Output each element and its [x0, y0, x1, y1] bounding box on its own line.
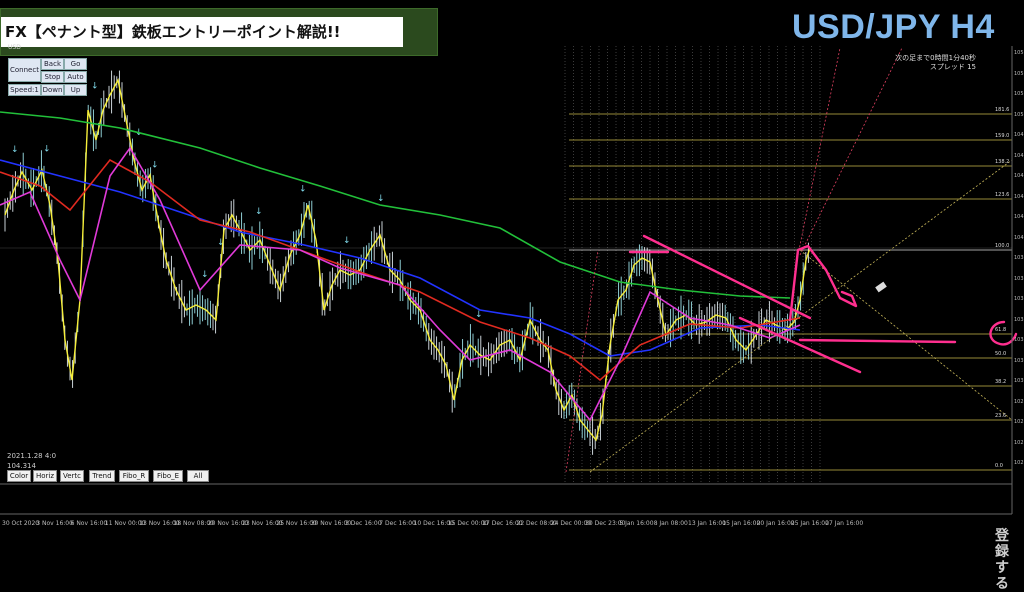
fib-level-label: 0.0	[995, 463, 1003, 469]
price-readout: 104.314	[7, 462, 36, 470]
svg-text:↓: ↓	[343, 236, 351, 246]
y-axis-tick: 105.	[1014, 111, 1024, 118]
x-axis-tick: 30 Oct 2020	[2, 520, 40, 527]
fib-level-label: 23.6	[995, 413, 1007, 419]
y-axis-tick: 104.	[1014, 234, 1024, 241]
x-axis-tick: 20 Jan 16:00	[756, 520, 795, 527]
fib-level-label: 138.2	[995, 159, 1010, 165]
x-axis-tick: 3 Nov 16:00	[36, 520, 73, 527]
color-tool-button[interactable]: Color	[7, 470, 31, 482]
title-banner: FX【ペナント型】鉄板エントリーポイント解説!!	[0, 8, 438, 56]
fib-level-label: 100.0	[995, 243, 1010, 249]
up-button[interactable]: Up	[64, 84, 87, 96]
fib-level-label: 123.6	[995, 192, 1010, 198]
fib-level-label: 61.8	[995, 327, 1007, 333]
svg-text:↓: ↓	[255, 207, 263, 217]
x-axis-tick: 27 Jan 16:00	[825, 520, 864, 527]
auto-button[interactable]: Auto	[64, 71, 87, 83]
subscribe-label[interactable]: 登録する	[990, 528, 1014, 592]
horiz-tool-button[interactable]: Horiz	[33, 470, 57, 482]
y-axis-tick: 104.	[1014, 173, 1024, 179]
go-button[interactable]: Go	[64, 58, 87, 70]
y-axis-tick: 104.	[1014, 193, 1024, 200]
connect-button[interactable]: Connect	[8, 58, 41, 82]
svg-text:↓: ↓	[43, 145, 51, 155]
pair-timeframe-label: USD/JPY H4	[792, 8, 995, 46]
symbol-label: USD	[8, 44, 21, 51]
fib-level-label: 50.0	[995, 351, 1007, 357]
x-axis-tick: 13 Jan 16:00	[688, 520, 726, 527]
y-axis-tick: 105.	[1014, 50, 1024, 56]
stop-button[interactable]: Stop	[41, 71, 64, 83]
x-axis-tick: 15 Jan 16:00	[722, 520, 761, 527]
svg-text:↓: ↓	[91, 82, 99, 92]
y-axis-tick: 102.	[1014, 419, 1024, 425]
speed-button[interactable]: Speed:1	[8, 84, 41, 96]
y-axis-tick: 103.	[1014, 296, 1024, 302]
y-axis-tick: 103.	[1014, 337, 1024, 343]
svg-text:↓: ↓	[151, 161, 159, 171]
y-axis-tick: 103.	[1014, 255, 1024, 261]
y-axis-tick: 103.	[1014, 275, 1024, 282]
x-axis-tick: 25 Jan 16:00	[790, 520, 829, 527]
y-axis-tick: 104.	[1014, 132, 1024, 138]
y-axis-tick: 105.	[1014, 91, 1024, 97]
x-axis-tick: 7 Dec 16:00	[379, 520, 416, 527]
svg-text:↓: ↓	[201, 270, 209, 280]
all-tool-button[interactable]: All	[187, 470, 209, 482]
next-bar-timer: 次の足まで0時間1分40秒	[895, 54, 976, 62]
y-axis-tick: 103.	[1014, 357, 1024, 364]
y-axis-tick: 102.	[1014, 398, 1024, 405]
y-axis-tick: 105.	[1014, 70, 1024, 77]
x-axis-tick: 5 Jan 16:00	[619, 520, 654, 527]
y-axis-tick: 103.	[1014, 316, 1024, 323]
y-axis-tick: 103.	[1014, 378, 1024, 384]
fib-level-label: 38.2	[995, 379, 1007, 385]
spread-readout: スプレッド 15	[929, 63, 976, 71]
svg-text:↓: ↓	[299, 185, 307, 195]
x-axis-tick: 3 Dec 16:00	[345, 520, 382, 527]
x-axis-tick: 6 Nov 16:00	[70, 520, 108, 527]
fibo-r-tool-button[interactable]: Fibo_R	[119, 470, 149, 482]
svg-text:↓: ↓	[377, 194, 385, 204]
y-axis-tick: 102.	[1014, 460, 1024, 466]
fib-level-label: 181.6	[995, 107, 1010, 113]
svg-text:↓: ↓	[475, 310, 483, 320]
svg-text:↓: ↓	[11, 145, 19, 155]
title-text: FX【ペナント型】鉄板エントリーポイント解説!!	[1, 17, 403, 47]
x-axis-tick: 8 Jan 08:00	[653, 520, 688, 527]
info-box: 次の足まで0時間1分40秒 スプレッド 15	[895, 54, 976, 72]
y-axis-tick: 102.	[1014, 439, 1024, 446]
date-readout: 2021.1.28 4:0	[7, 452, 57, 460]
trend-tool-button[interactable]: Trend	[89, 470, 115, 482]
fibo-e-tool-button[interactable]: Fibo_E	[153, 470, 183, 482]
y-axis-tick: 104.	[1014, 152, 1024, 159]
down-button[interactable]: Down	[41, 84, 64, 96]
fib-level-label: 159.0	[995, 133, 1010, 139]
back-button[interactable]: Back	[41, 58, 64, 70]
y-axis-tick: 104.	[1014, 214, 1024, 220]
vertc-tool-button[interactable]: Vertc	[60, 470, 84, 482]
